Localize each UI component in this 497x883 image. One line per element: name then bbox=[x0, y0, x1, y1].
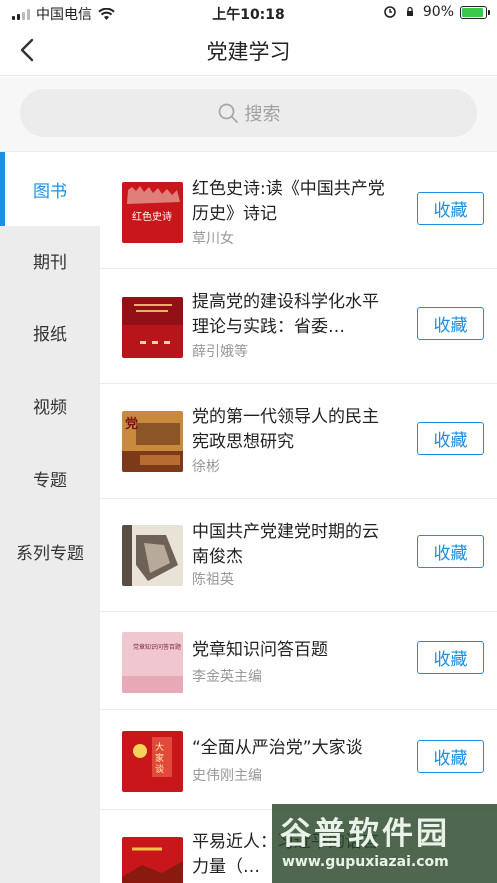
book-title: 提高党的建设科学化水平理论与实践：省委… bbox=[192, 292, 379, 337]
status-bar: 中国电信 上午10:18 90% bbox=[0, 0, 497, 26]
list-item[interactable]: 提高党的建设科学化水平理论与实践：省委… 薛引娥等 收藏 bbox=[100, 269, 497, 384]
book-cover bbox=[122, 525, 183, 586]
book-cover: 党章知识问答百题 bbox=[122, 632, 183, 693]
book-title: 红色史诗:读《中国共产党历史》诗记 bbox=[192, 179, 385, 224]
book-author: 徐彬 bbox=[192, 459, 220, 475]
favorite-button[interactable]: 收藏 bbox=[417, 192, 484, 225]
list-item[interactable]: 中国共产党建党时期的云南俊杰 陈祖英 收藏 bbox=[100, 499, 497, 612]
list-item[interactable]: 党 党的第一代领导人的民主宪政思想研究 徐彬 收藏 bbox=[100, 384, 497, 499]
book-title: 党的第一代领导人的民主宪政思想研究 bbox=[192, 407, 379, 452]
favorite-button[interactable]: 收藏 bbox=[417, 422, 484, 455]
battery-icon bbox=[460, 5, 490, 19]
book-cover bbox=[122, 837, 183, 883]
favorite-button[interactable]: 收藏 bbox=[417, 307, 484, 340]
book-author: 李金英主编 bbox=[192, 669, 262, 685]
battery-percent: 90% bbox=[422, 4, 454, 20]
cover-title: 党章知识问答百题 bbox=[133, 644, 182, 651]
sidebar-item-journals[interactable]: 期刊 bbox=[0, 223, 100, 297]
sidebar-item-label: 期刊 bbox=[33, 252, 67, 273]
search-icon bbox=[218, 103, 238, 123]
sidebar-item-topics[interactable]: 专题 bbox=[0, 441, 100, 515]
watermark-url: www.gupuxiazai.com bbox=[282, 854, 449, 870]
book-cover: 党 bbox=[122, 411, 183, 472]
site-watermark: 谷普软件园 www.gupuxiazai.com bbox=[272, 804, 497, 883]
cover-title: 大家谈 bbox=[155, 743, 165, 775]
nav-bar: 党建学习 bbox=[0, 26, 497, 76]
cover-title: 党 bbox=[125, 417, 139, 432]
list-item[interactable]: 大家谈 “全面从严治党”大家谈 史伟刚主编 收藏 bbox=[100, 710, 497, 810]
search-area: 搜索 bbox=[0, 77, 497, 152]
status-right: 90% bbox=[383, 4, 490, 20]
rotation-lock-icon bbox=[406, 6, 413, 16]
book-author: 史伟刚主编 bbox=[192, 768, 262, 784]
book-cover: 大家谈 bbox=[122, 731, 183, 792]
sidebar-item-label: 图书 bbox=[33, 181, 67, 202]
book-list: 红色史诗 红色史诗:读《中国共产党历史》诗记 草川女 收藏 提高党的建设科学化水… bbox=[100, 152, 497, 883]
sidebar-item-label: 专题 bbox=[33, 470, 67, 491]
book-author: 陈祖英 bbox=[192, 572, 234, 588]
category-sidebar: 图书 期刊 报纸 视频 专题 系列专题 bbox=[0, 152, 100, 883]
book-cover: 红色史诗 bbox=[122, 182, 183, 243]
list-item[interactable]: 党章知识问答百题 党章知识问答百题 李金英主编 收藏 bbox=[100, 612, 497, 710]
watermark-title: 谷普软件园 bbox=[280, 816, 450, 852]
sidebar-item-label: 报纸 bbox=[33, 324, 67, 345]
book-author: 草川女 bbox=[192, 231, 234, 247]
page-title: 党建学习 bbox=[206, 40, 291, 64]
book-cover bbox=[122, 297, 183, 358]
book-title: 党章知识问答百题 bbox=[192, 640, 328, 660]
sidebar-item-newspapers[interactable]: 报纸 bbox=[0, 295, 100, 369]
favorite-button[interactable]: 收藏 bbox=[417, 641, 484, 674]
book-author: 薛引娥等 bbox=[192, 344, 248, 360]
cover-title: 红色史诗 bbox=[132, 212, 172, 223]
sidebar-item-series-topics[interactable]: 系列专题 bbox=[0, 514, 100, 588]
list-item[interactable]: 红色史诗 红色史诗:读《中国共产党历史》诗记 草川女 收藏 bbox=[100, 152, 497, 269]
sidebar-item-label: 视频 bbox=[33, 397, 67, 418]
battery-fill bbox=[462, 7, 483, 17]
alarm-icon bbox=[384, 6, 396, 18]
book-title: “全面从严治党”大家谈 bbox=[192, 738, 363, 758]
book-title: 中国共产党建党时期的云南俊杰 bbox=[192, 522, 379, 567]
sidebar-item-label: 系列专题 bbox=[16, 543, 84, 564]
sidebar-item-books[interactable]: 图书 bbox=[0, 152, 100, 226]
favorite-button[interactable]: 收藏 bbox=[417, 535, 484, 568]
sidebar-item-videos[interactable]: 视频 bbox=[0, 368, 100, 442]
search-placeholder: 搜索 bbox=[244, 104, 281, 125]
search-input[interactable]: 搜索 bbox=[20, 89, 477, 137]
favorite-button[interactable]: 收藏 bbox=[417, 740, 484, 773]
